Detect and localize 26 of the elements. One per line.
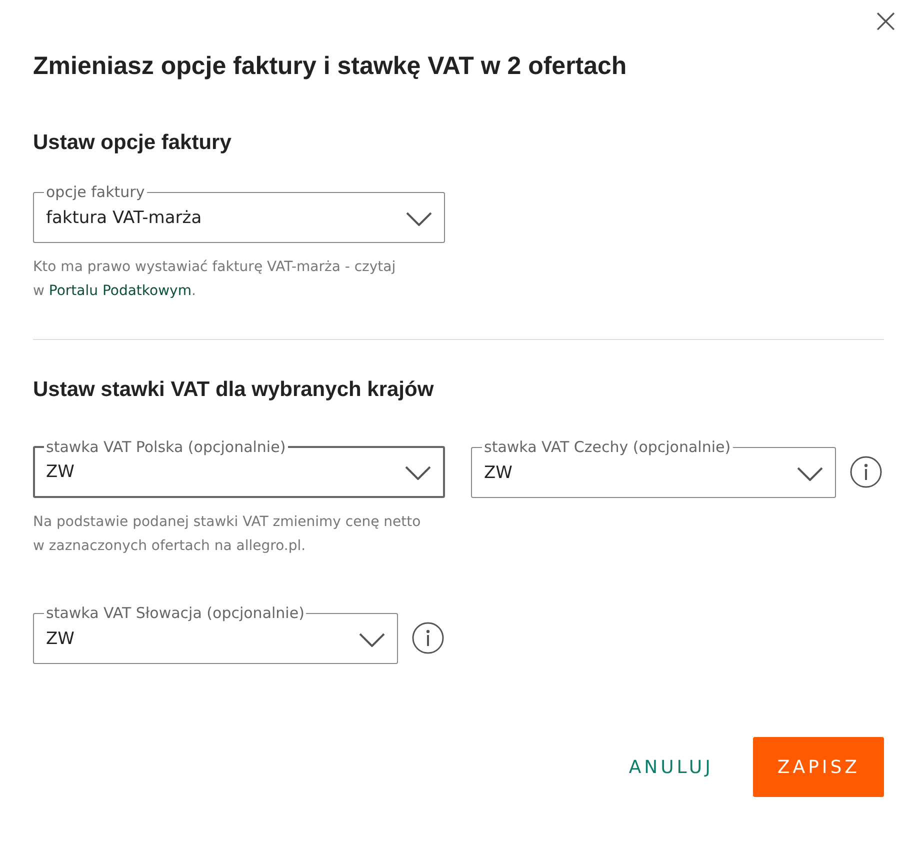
- section-heading: Ustaw stawki VAT dla wybranych krajów: [33, 378, 435, 402]
- dialog-title: Zmieniasz opcje faktury i stawkę VAT w 2 ofertach: [33, 52, 628, 81]
- hint-text: Kto ma prawo wystawiać fakturę VAT-marża - czytaj w Portalu Podatkowym.: [33, 258, 397, 301]
- select-value: ZW: [46, 628, 74, 648]
- select-value: faktura VAT-marża: [46, 208, 202, 228]
- select-field[interactable]: stawka VAT Polska (opcjonalnie) ZW: [33, 438, 445, 498]
- close-button[interactable]: ×: [868, 4, 904, 38]
- info-icon[interactable]: [412, 622, 444, 654]
- hint-text: Na podstawie podanej stawki VAT zmienimy cenę netto w zaznaczonych ofertach na allegro.pl.: [33, 513, 422, 556]
- section-heading: Ustaw opcje faktury: [33, 131, 232, 155]
- info-icon[interactable]: [850, 456, 882, 488]
- chevron-down-icon: [405, 466, 431, 480]
- select-field[interactable]: opcje faktury faktura VAT-marża: [33, 183, 445, 243]
- field-label: stawka VAT Polska (opcjonalnie): [45, 438, 287, 456]
- select-field[interactable]: stawka VAT Słowacja (opcjonalnie) ZW: [33, 604, 398, 664]
- select-field[interactable]: stawka VAT Czechy (opcjonalnie) ZW: [471, 438, 836, 498]
- field-label: stawka VAT Słowacja (opcjonalnie): [45, 604, 306, 622]
- select-value: ZW: [484, 462, 512, 482]
- cancel-button[interactable]: ANULUJ: [628, 737, 714, 797]
- field-label: opcje faktury: [45, 183, 146, 201]
- select-value: ZW: [46, 462, 74, 482]
- chevron-down-icon: [359, 632, 385, 646]
- chevron-down-icon: [797, 466, 823, 480]
- field-label: stawka VAT Czechy (opcjonalnie): [483, 438, 732, 456]
- portal-link[interactable]: Portalu Podatkowym: [48, 283, 192, 299]
- chevron-down-icon: [406, 212, 432, 226]
